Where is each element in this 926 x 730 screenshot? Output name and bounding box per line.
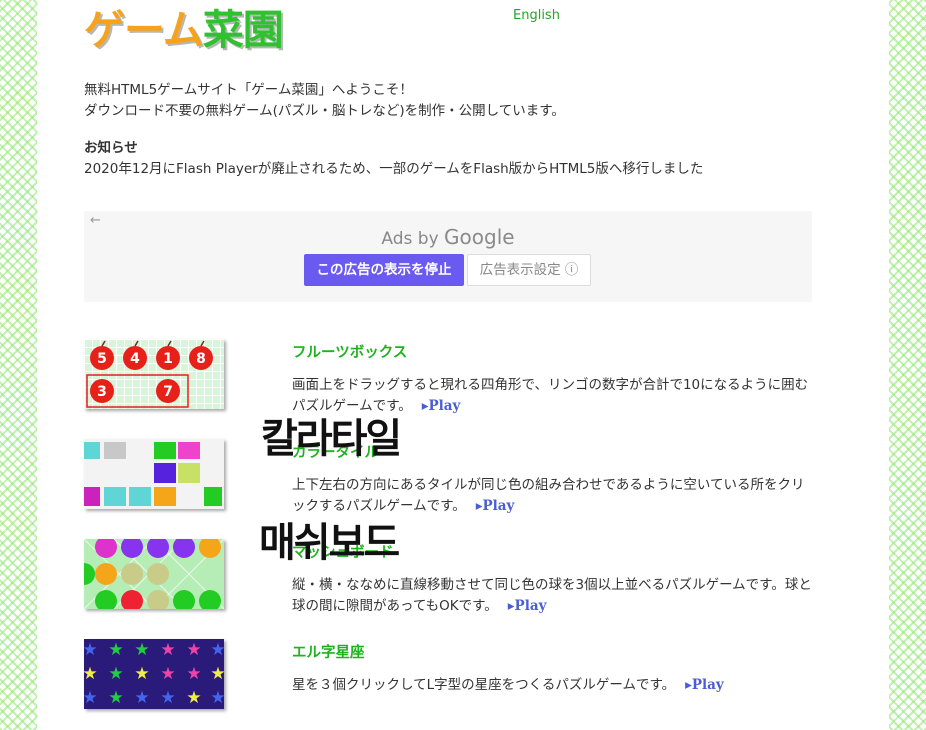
apple-4: 8 — [189, 340, 213, 370]
svg-text:★: ★ — [210, 688, 224, 708]
svg-text:★: ★ — [210, 664, 224, 684]
game-title[interactable]: エル字星座 — [292, 641, 365, 662]
ads-by-text: Ads by — [381, 229, 439, 249]
mash-board-board — [84, 539, 224, 609]
svg-text:★: ★ — [186, 688, 201, 708]
apple-2: 4 — [123, 340, 147, 370]
apple-1: 5 — [90, 340, 114, 370]
apple-6: 7 — [156, 379, 180, 403]
ads-by-google-label: Ads by Google — [84, 225, 812, 249]
svg-text:★: ★ — [84, 688, 98, 708]
svg-text:5: 5 — [97, 351, 107, 367]
game-item-color-tile: カラータイル 上下左右の方向にあるタイルが同じ色の組み合わせであるように空いてい… — [84, 439, 844, 519]
logo-text-farm: 菜園 — [202, 6, 284, 54]
color-tile-thumbnail[interactable] — [84, 439, 224, 509]
game-title[interactable]: フルーツボックス — [292, 341, 407, 362]
game-description-text: 画面上をドラッグすると現れる四角形で、リンゴの数字が合計で10になるように囲むパ… — [292, 377, 809, 414]
svg-text:3: 3 — [97, 384, 107, 400]
logo-text-game: ゲーム — [84, 6, 204, 54]
site-logo[interactable]: ゲーム菜園 — [84, 6, 284, 54]
l-constellation-board: ★ ★ ★ ★ ★ ★ ★ ★ ★ ★ ★ ★ ★ ★ ★ ★ ★ ★ — [84, 640, 224, 708]
svg-text:★: ★ — [108, 664, 123, 684]
intro-line-1: 無料HTML5ゲームサイト「ゲーム菜園」へようこそ！ — [84, 82, 413, 98]
stop-ad-button[interactable]: この広告の表示を停止 — [304, 254, 464, 286]
svg-text:★: ★ — [134, 664, 149, 684]
game-description-text: 上下左右の方向にあるタイルが同じ色の組み合わせであるように空いている所をクリック… — [292, 477, 805, 514]
svg-text:★: ★ — [186, 664, 201, 684]
svg-text:7: 7 — [163, 384, 173, 400]
intro-text: 無料HTML5ゲームサイト「ゲーム菜園」へようこそ！ ダウンロード不要の無料ゲー… — [84, 80, 565, 122]
game-item-mash-board: マッシュボード 縦・横・ななめに直線移動させて同じ色の球を3個以上並べるパズルゲ… — [84, 539, 844, 619]
svg-text:★: ★ — [210, 640, 224, 660]
svg-text:★: ★ — [84, 664, 98, 684]
l-constellation-thumbnail[interactable]: ★ ★ ★ ★ ★ ★ ★ ★ ★ ★ ★ ★ ★ ★ ★ ★ ★ ★ — [84, 639, 224, 709]
play-link[interactable]: ▸Play — [476, 498, 515, 514]
play-link[interactable]: ▸Play — [508, 598, 547, 614]
svg-text:★: ★ — [160, 688, 175, 708]
svg-text:★: ★ — [108, 688, 123, 708]
overlay-text-mashboard: 매쉬보드 — [259, 520, 400, 566]
ad-settings-button[interactable]: 広告表示設定 ⓘ — [467, 254, 591, 286]
game-item-l-constellation: ★ ★ ★ ★ ★ ★ ★ ★ ★ ★ ★ ★ ★ ★ ★ ★ ★ ★ エル字星座 星を３個クリックしてL字型… — [84, 639, 844, 719]
svg-text:★: ★ — [160, 664, 175, 684]
notice-heading: お知らせ — [84, 140, 138, 156]
svg-text:8: 8 — [196, 351, 206, 367]
svg-text:★: ★ — [186, 640, 201, 660]
google-text: Google — [444, 225, 515, 249]
svg-text:★: ★ — [134, 640, 149, 660]
mash-board-thumbnail[interactable] — [84, 539, 224, 609]
intro-line-2: ダウンロード不要の無料ゲーム(パズル・脳トレなど)を制作・公開しています。 — [84, 103, 565, 119]
svg-text:★: ★ — [134, 688, 149, 708]
game-description-text: 縦・横・ななめに直線移動させて同じ色の球を3個以上並べるパズルゲームです。球と球… — [292, 577, 812, 614]
game-description: 画面上をドラッグすると現れる四角形で、リンゴの数字が合計で10になるように囲むパ… — [292, 375, 812, 417]
svg-text:★: ★ — [84, 640, 98, 660]
game-item-fruit-box: 5 4 1 8 3 7 フルーツボックス 画面上をドラッグすると現れる四角形で、… — [84, 339, 844, 419]
apple-3: 1 — [156, 340, 180, 370]
notice-text: 2020年12月にFlash Playerが廃止されるため、一部のゲームをFla… — [84, 161, 704, 177]
play-link[interactable]: ▸Play — [685, 677, 724, 693]
svg-text:★: ★ — [108, 640, 123, 660]
fruit-box-board: 5 4 1 8 3 7 — [86, 340, 213, 408]
game-description: 上下左右の方向にあるタイルが同じ色の組み合わせであるように空いている所をクリック… — [292, 475, 812, 517]
ad-panel: ← Ads by Google この広告の表示を停止 広告表示設定 ⓘ — [84, 211, 812, 302]
play-link[interactable]: ▸Play — [422, 398, 461, 414]
english-link[interactable]: English — [513, 8, 560, 23]
svg-text:1: 1 — [163, 351, 173, 367]
apple-5: 3 — [90, 379, 114, 403]
fruit-box-thumbnail[interactable]: 5 4 1 8 3 7 — [84, 339, 224, 409]
game-description: 星を３個クリックしてL字型の星座をつくるパズルゲームです。 ▸Play — [292, 675, 812, 696]
svg-text:★: ★ — [160, 640, 175, 660]
overlay-text-colortile: 칼라타일 — [261, 416, 402, 462]
game-description: 縦・横・ななめに直線移動させて同じ色の球を3個以上並べるパズルゲームです。球と球… — [292, 575, 812, 617]
svg-text:4: 4 — [130, 351, 140, 367]
color-tile-board — [84, 442, 222, 506]
game-description-text: 星を３個クリックしてL字型の星座をつくるパズルゲームです。 — [292, 677, 676, 693]
page-container: ゲーム菜園 English 無料HTML5ゲームサイト「ゲーム菜園」へようこそ！… — [37, 0, 889, 730]
